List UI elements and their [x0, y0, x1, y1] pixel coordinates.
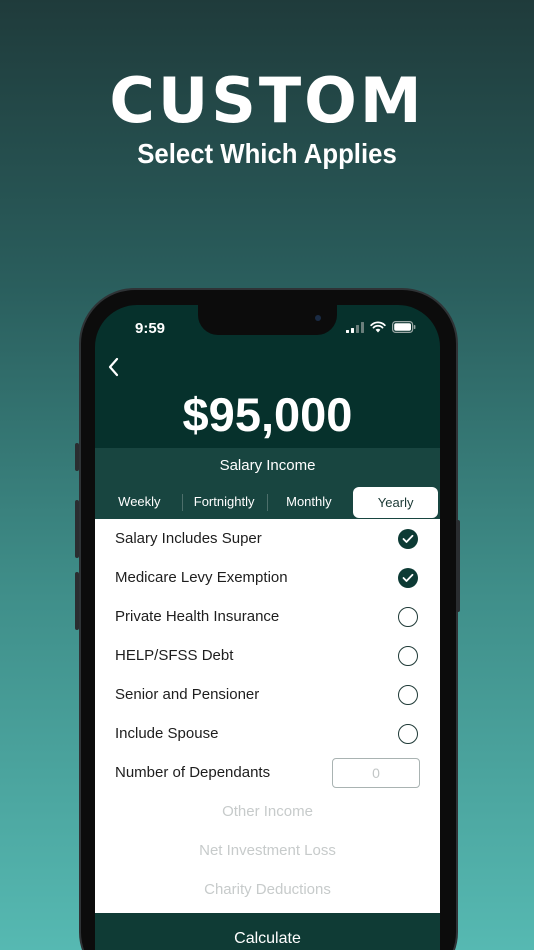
- app-screen: 9:59 $95,000 Salary Income Weekly Fortni…: [95, 305, 440, 950]
- checked-circle-icon[interactable]: [398, 567, 418, 588]
- option-help-sfss-debt[interactable]: HELP/SFSS Debt: [95, 636, 440, 675]
- unchecked-circle-icon[interactable]: [398, 723, 418, 744]
- period-tabs: Weekly Fortnightly Monthly Yearly: [95, 485, 440, 519]
- checkmark-icon: [402, 573, 414, 582]
- dependants-row: Number of Dependants 0: [95, 753, 440, 792]
- unchecked-circle-icon[interactable]: [398, 645, 418, 666]
- option-private-health-insurance[interactable]: Private Health Insurance: [95, 597, 440, 636]
- phone-notch: [198, 305, 337, 335]
- dependants-label: Number of Dependants: [115, 764, 271, 781]
- phone-volume-down-button: [75, 572, 79, 630]
- chevron-left-icon: [108, 357, 119, 377]
- cellular-signal-icon: [346, 321, 364, 333]
- unchecked-circle-icon[interactable]: [398, 684, 418, 705]
- income-type-label: Salary Income: [95, 448, 440, 486]
- option-senior-and-pensioner[interactable]: Senior and Pensioner: [95, 675, 440, 714]
- promo-headline: CUSTOM: [109, 64, 425, 137]
- status-icons: [346, 321, 416, 333]
- option-label: Medicare Levy Exemption: [115, 569, 288, 586]
- option-include-spouse[interactable]: Include Spouse: [95, 714, 440, 753]
- net-investment-loss-item[interactable]: Net Investment Loss: [95, 831, 440, 870]
- tab-yearly[interactable]: Yearly: [353, 487, 438, 518]
- tab-monthly[interactable]: Monthly: [266, 486, 352, 519]
- phone-silent-switch: [75, 443, 79, 471]
- option-label: Private Health Insurance: [115, 608, 280, 625]
- phone-volume-up-button: [75, 500, 79, 558]
- option-label: Salary Includes Super: [115, 530, 262, 547]
- dependants-input[interactable]: 0: [332, 757, 420, 788]
- tab-fortnightly[interactable]: Fortnightly: [181, 486, 267, 519]
- tab-weekly[interactable]: Weekly: [97, 486, 182, 519]
- option-label: HELP/SFSS Debt: [115, 647, 234, 664]
- phone-power-button: [456, 520, 460, 612]
- options-list: Salary Includes Super Medicare Levy Exem…: [95, 519, 440, 913]
- option-label: Senior and Pensioner: [115, 686, 260, 703]
- other-income-item[interactable]: Other Income: [95, 792, 440, 831]
- charity-deductions-item[interactable]: Charity Deductions: [95, 870, 440, 909]
- checked-circle-icon[interactable]: [398, 528, 418, 549]
- back-button[interactable]: [103, 355, 127, 379]
- unchecked-circle-icon[interactable]: [398, 606, 418, 627]
- option-salary-includes-super[interactable]: Salary Includes Super: [95, 519, 440, 558]
- promo-subheadline: Select Which Applies: [137, 138, 397, 169]
- calculate-button[interactable]: Calculate: [95, 913, 440, 950]
- status-time: 9:59: [135, 320, 166, 337]
- camera-icon: [315, 315, 321, 321]
- salary-amount: $95,000: [182, 388, 353, 441]
- option-label: Include Spouse: [115, 725, 219, 742]
- checkmark-icon: [402, 534, 414, 543]
- wifi-icon: [370, 321, 386, 333]
- battery-icon: [392, 321, 416, 333]
- option-medicare-levy-exemption[interactable]: Medicare Levy Exemption: [95, 558, 440, 597]
